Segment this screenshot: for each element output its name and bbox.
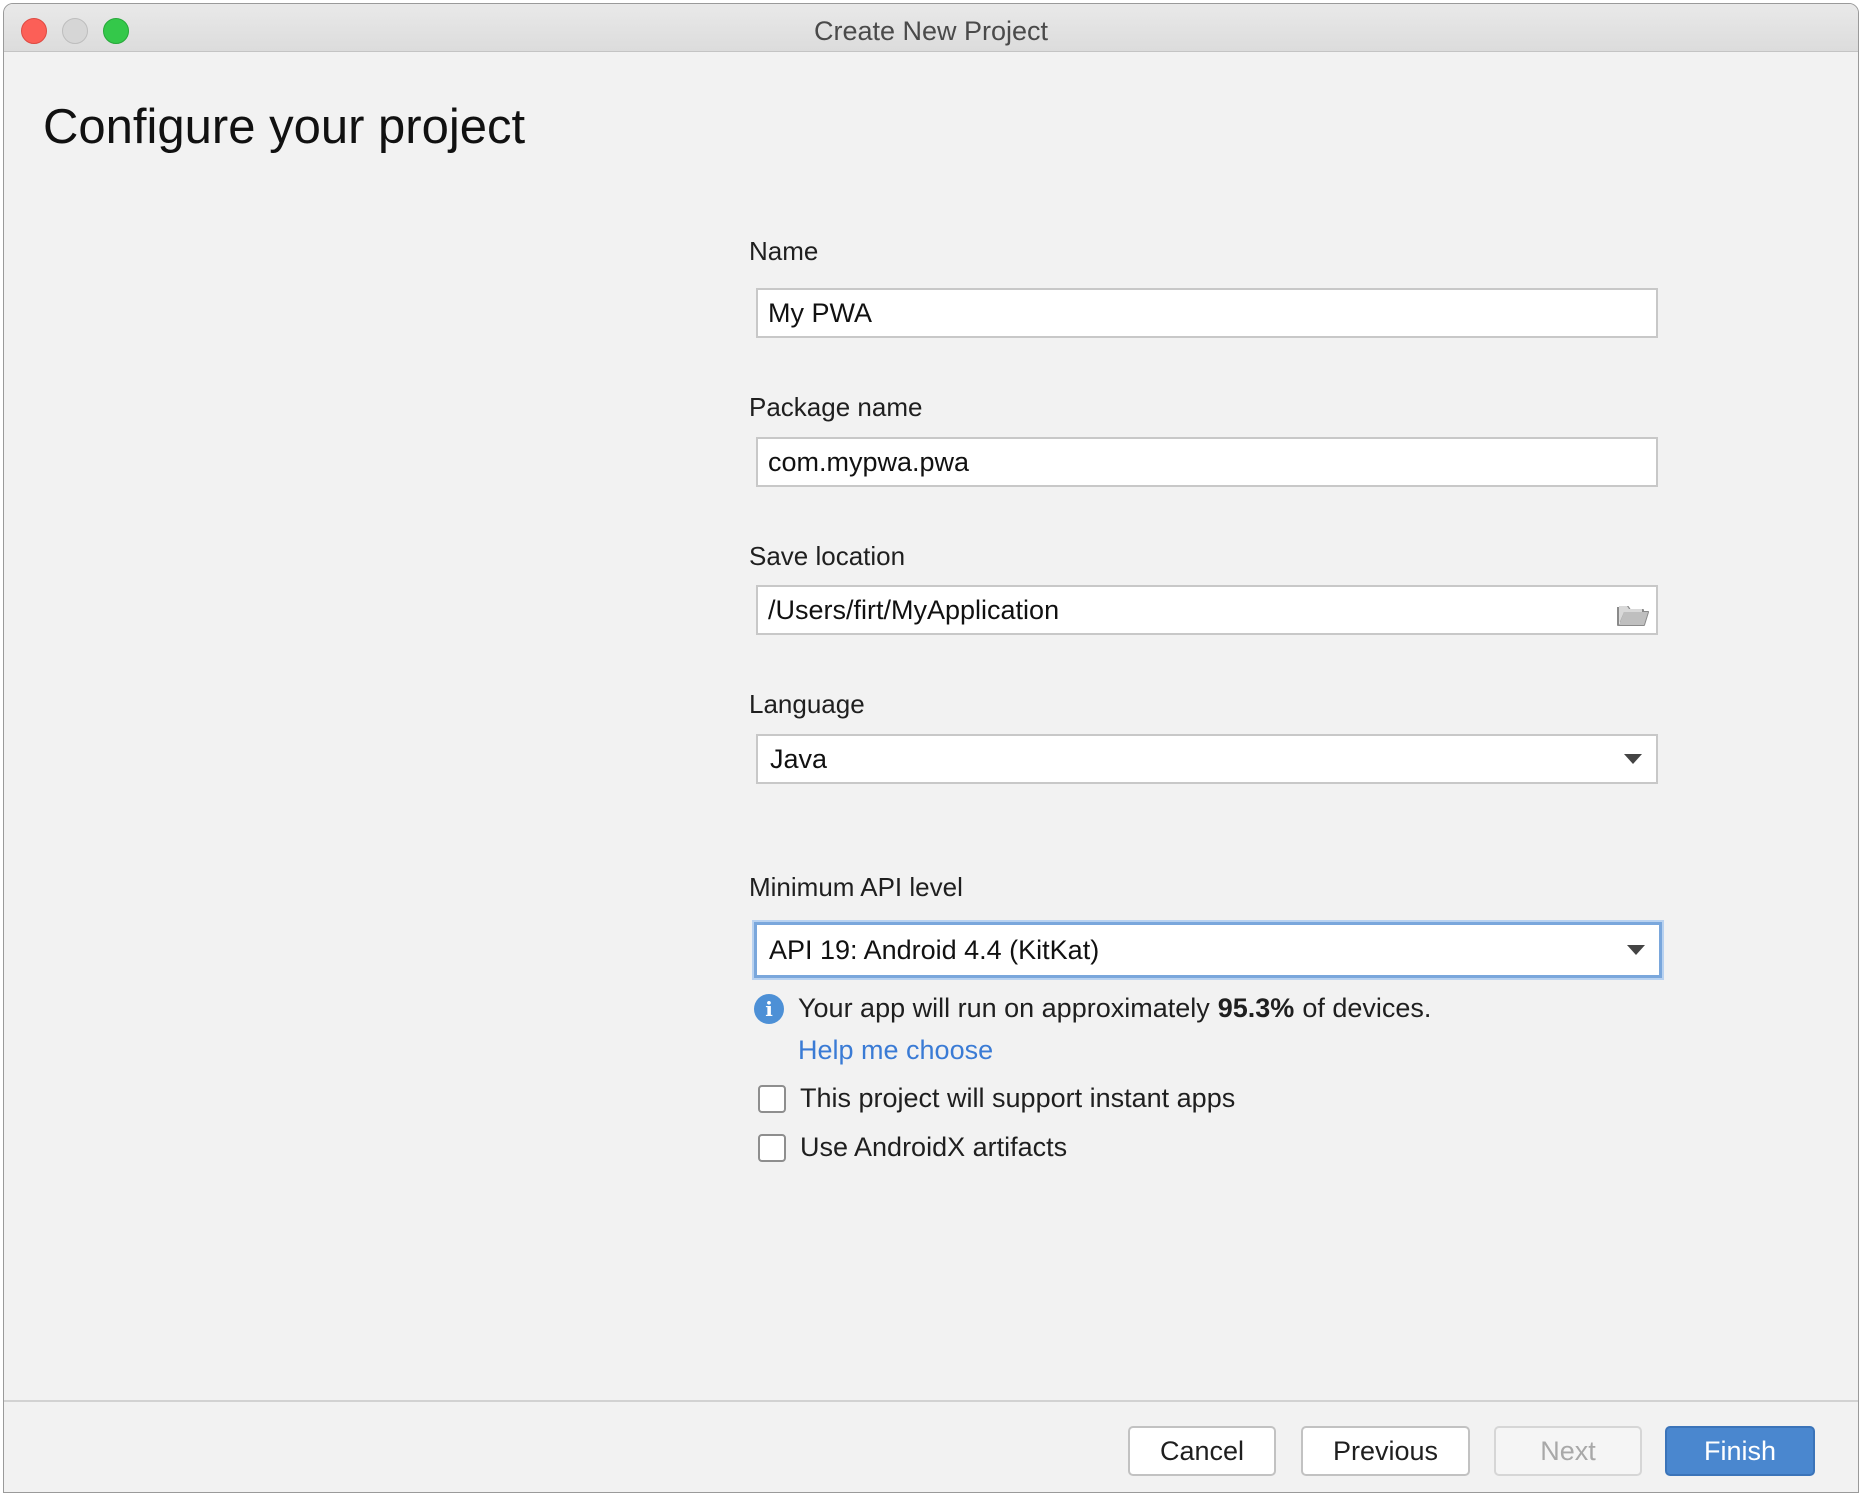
instant-apps-label: This project will support instant apps (800, 1083, 1236, 1113)
finish-button[interactable]: Finish (1665, 1426, 1815, 1476)
name-label: Name (749, 236, 819, 266)
save-location-label: Save location (749, 541, 906, 571)
folder-icon[interactable] (1617, 603, 1649, 627)
device-coverage-info: i Your app will run on approximately 95.… (754, 993, 1431, 1024)
cancel-button[interactable]: Cancel (1128, 1426, 1276, 1476)
minimum-api-level-label: Minimum API level (749, 872, 963, 902)
next-button[interactable]: Next (1494, 1426, 1642, 1476)
language-select-value: Java (770, 743, 828, 774)
language-label: Language (749, 689, 865, 719)
create-new-project-window: Create New Project Configure your projec… (3, 3, 1859, 1493)
device-coverage-percent: 95.3% (1217, 993, 1295, 1023)
footer-divider (4, 1400, 1858, 1402)
save-location-input[interactable] (756, 585, 1658, 635)
title-bar: Create New Project (4, 4, 1858, 52)
package-name-input[interactable] (756, 437, 1658, 487)
help-me-choose-link[interactable]: Help me choose (798, 1035, 993, 1066)
window-title: Create New Project (813, 16, 1049, 46)
language-select[interactable]: Java (756, 734, 1658, 784)
minimum-api-level-select[interactable]: API 19: Android 4.4 (KitKat) (754, 922, 1662, 978)
name-input[interactable] (756, 288, 1658, 338)
androidx-option[interactable]: Use AndroidX artifacts (758, 1132, 1067, 1163)
device-coverage-suffix: of devices. (1302, 993, 1432, 1023)
info-icon: i (754, 993, 784, 1024)
chevron-down-icon (1627, 945, 1645, 955)
instant-apps-checkbox[interactable] (758, 1084, 786, 1113)
page-title: Configure your project (43, 100, 526, 154)
androidx-label: Use AndroidX artifacts (800, 1132, 1068, 1162)
package-name-label: Package name (749, 392, 923, 422)
androidx-checkbox[interactable] (758, 1133, 786, 1162)
instant-apps-option[interactable]: This project will support instant apps (758, 1083, 1235, 1114)
chevron-down-icon (1624, 754, 1642, 764)
device-coverage-prefix: Your app will run on approximately (798, 993, 1210, 1023)
minimum-api-level-value: API 19: Android 4.4 (KitKat) (769, 934, 1100, 965)
previous-button[interactable]: Previous (1301, 1426, 1470, 1476)
